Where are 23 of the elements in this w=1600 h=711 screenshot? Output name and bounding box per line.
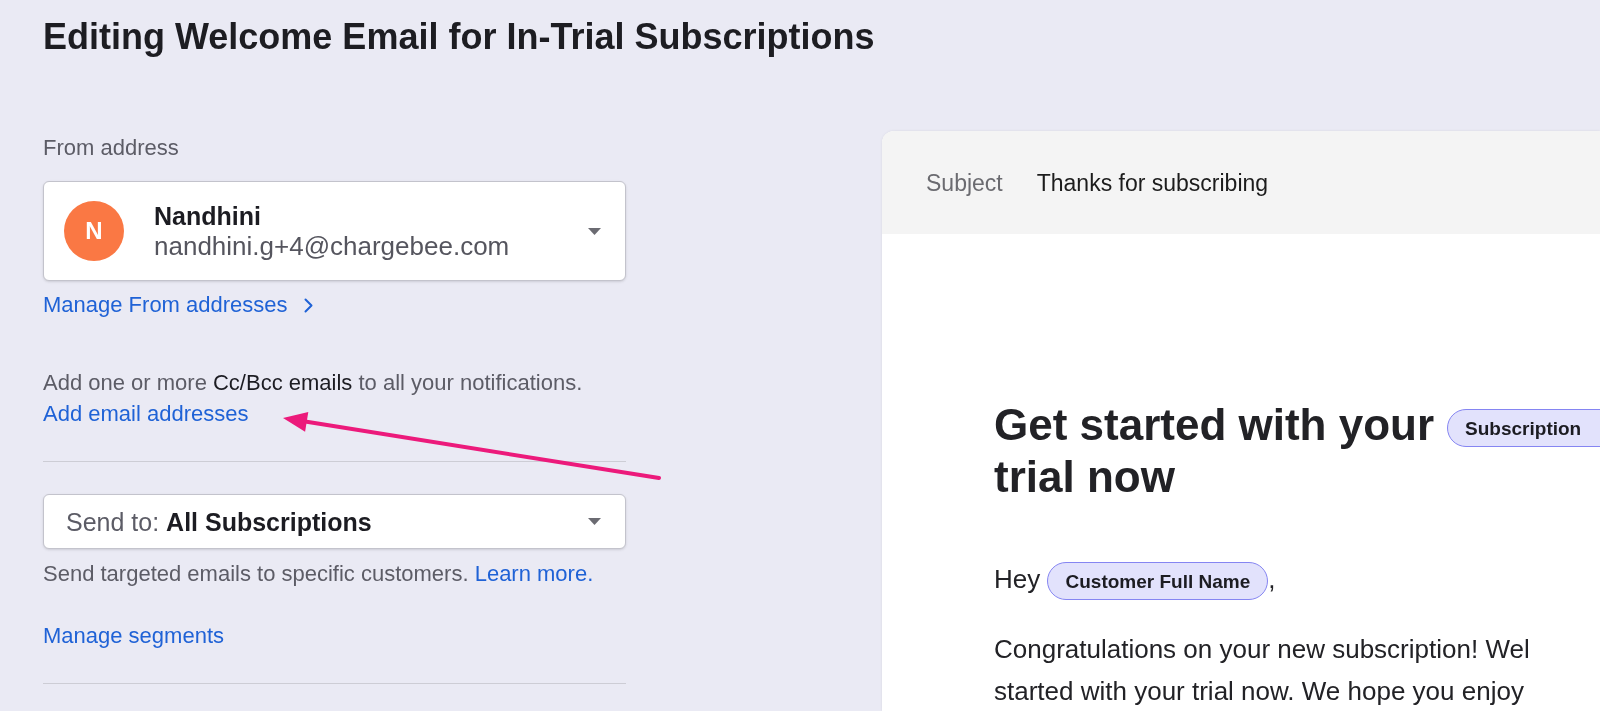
page-title: Editing Welcome Email for In-Trial Subscriptions <box>43 17 875 57</box>
manage-from-addresses-link[interactable]: Manage From addresses <box>43 291 313 319</box>
cc-bcc-description: Add one or more Cc/Bcc emails to all your notifications. <box>43 369 583 397</box>
email-heading: Get started with your Subscription trial now <box>994 399 1600 503</box>
from-address-dropdown[interactable]: N Nandhini nandhini.g+4@chargebee.com <box>43 181 626 281</box>
greeting-text: Hey Customer Full Name , <box>994 558 1276 601</box>
learn-more-link[interactable]: Learn more. <box>474 561 594 586</box>
chevron-right-icon <box>303 297 313 313</box>
caret-down-icon <box>588 227 601 235</box>
caret-down-icon <box>588 518 601 525</box>
manage-segments-link[interactable]: Manage segments <box>43 622 224 650</box>
subject-text: Thanks for subscribing <box>1036 168 1269 197</box>
sender-name: Nandhini <box>154 201 261 231</box>
segment-help-text: Send targeted emails to specific customers. Learn more. <box>43 560 594 588</box>
subject-label: Subject <box>926 168 1003 197</box>
add-email-addresses-link[interactable]: Add email addresses <box>43 400 249 428</box>
merge-tag: Subscription <box>1447 409 1600 448</box>
merge-tag: Customer Full Name <box>1047 562 1269 601</box>
sender-avatar: N <box>64 201 124 261</box>
field-label: From address <box>43 134 179 162</box>
email-body-text: Congratulations on your new subscription! Wel started with your trial now. We hope you enjoy <box>994 633 1530 709</box>
sender-email: nandhini.g+4@chargebee.com <box>154 231 510 261</box>
send-to-dropdown[interactable]: Send to: All Subscriptions <box>43 494 626 549</box>
